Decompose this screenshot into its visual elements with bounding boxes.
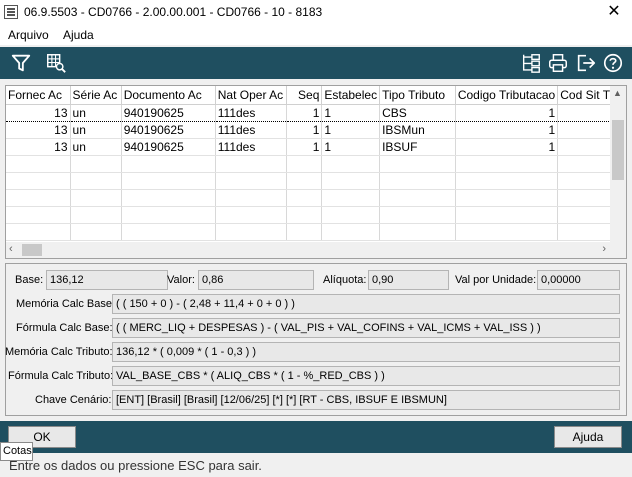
cell-fornec[interactable]: 13 — [6, 138, 71, 156]
print-icon[interactable] — [546, 51, 570, 75]
cell-seq[interactable]: 1 — [286, 103, 323, 122]
val-unidade-label: Val por Unidade: — [455, 274, 537, 286]
table-row-empty — [6, 206, 626, 224]
table-row-empty — [6, 223, 626, 241]
menu-bar: Arquivo Ajuda — [0, 26, 632, 45]
table-row-empty — [6, 189, 626, 207]
cell-tipo-tributo[interactable]: CBS — [379, 103, 456, 122]
table-row[interactable]: 13 un 940190625 111des 1 1 IBSMun 1 — [6, 121, 626, 139]
memoria-base-field[interactable]: ( ( 150 + 0 ) - ( 2,48 + 11,4 + 0 + 0 ) … — [112, 294, 620, 314]
structure-icon[interactable] — [519, 51, 543, 75]
ajuda-button[interactable]: Ajuda — [554, 426, 622, 448]
memoria-base-label: Memória Calc Base: — [16, 298, 116, 310]
cell-documento[interactable]: 940190625 — [121, 103, 216, 122]
cell-fornec[interactable]: 13 — [6, 121, 71, 139]
vertical-scroll-thumb[interactable] — [612, 120, 624, 180]
footer-button-bar: OK Ajuda — [0, 421, 632, 453]
cell-documento[interactable]: 940190625 — [121, 138, 216, 156]
app-icon — [4, 5, 18, 19]
val-unidade-field[interactable]: 0,00000 — [537, 270, 620, 290]
column-header-documento[interactable]: Documento Ac — [121, 86, 216, 105]
cell-serie[interactable]: un — [70, 138, 122, 156]
cell-documento[interactable]: 940190625 — [121, 121, 216, 139]
close-icon[interactable]: ✕ — [604, 2, 624, 22]
formula-tributo-field[interactable]: VAL_BASE_CBS * ( ALIQ_CBS * ( 1 - %_RED_… — [112, 366, 620, 386]
cell-nat-oper[interactable]: 111des — [215, 138, 288, 156]
title-bar: 06.9.5503 - CD0766 - 2.00.00.001 - CD076… — [0, 0, 632, 26]
formula-base-field[interactable]: ( ( MERC_LIQ + DESPESAS ) - ( VAL_PIS + … — [112, 318, 620, 338]
filter-icon[interactable] — [9, 51, 33, 75]
aliquota-label: Alíquota: — [323, 274, 367, 286]
column-header-estabelec[interactable]: Estabelec — [321, 86, 381, 105]
grid-header: Fornec Ac Série Ac Documento Ac Nat Oper… — [6, 86, 626, 105]
chave-cenario-label: Chave Cenário: — [35, 394, 112, 406]
horizontal-scroll-thumb[interactable] — [22, 244, 42, 256]
horizontal-scrollbar[interactable]: ‹ › — [6, 242, 626, 258]
column-header-codigo-tributacao[interactable]: Codigo Tributacao — [455, 86, 559, 105]
cell-serie[interactable]: un — [70, 121, 122, 139]
cell-estabelec[interactable]: 1 — [321, 103, 381, 122]
column-header-seq[interactable]: Seq — [286, 86, 323, 105]
column-header-nat-oper[interactable]: Nat Oper Ac — [215, 86, 288, 105]
cell-tipo-tributo[interactable]: IBSUF — [379, 138, 456, 156]
grid-table: Fornec Ac Série Ac Documento Ac Nat Oper… — [6, 86, 626, 241]
table-row-empty — [6, 155, 626, 173]
column-header-tipo-tributo[interactable]: Tipo Tributo — [379, 86, 456, 105]
valor-field[interactable]: 0,86 — [198, 270, 314, 290]
window-title: 06.9.5503 - CD0766 - 2.00.00.001 - CD076… — [24, 5, 323, 19]
column-header-fornec[interactable]: Fornec Ac — [6, 86, 71, 105]
status-text: Entre os dados ou pressione ESC para sai… — [9, 458, 262, 473]
exit-icon[interactable] — [574, 51, 598, 75]
base-label: Base: — [15, 274, 44, 286]
formula-tributo-label: Fórmula Calc Tributo: — [8, 370, 114, 382]
table-row[interactable]: 13 un 940190625 111des 1 1 CBS 1 — [6, 103, 626, 122]
cell-fornec[interactable]: 13 — [6, 103, 71, 122]
tooltip-cotas: Cotas — [0, 442, 33, 461]
formula-base-label: Fórmula Calc Base: — [16, 322, 113, 334]
cell-estabelec[interactable]: 1 — [321, 138, 381, 156]
cell-seq[interactable]: 1 — [286, 138, 323, 156]
chave-cenario-field[interactable]: [ENT] [Brasil] [Brasil] [12/06/25] [*] [… — [112, 390, 620, 410]
cell-codigo-tributacao[interactable]: 1 — [455, 121, 559, 139]
valor-label: Valor: — [167, 274, 195, 286]
cell-tipo-tributo[interactable]: IBSMun — [379, 121, 456, 139]
vertical-scrollbar[interactable]: ▲ — [610, 86, 626, 242]
table-search-icon[interactable] — [44, 51, 68, 75]
status-bar: Entre os dados ou pressione ESC para sai… — [0, 455, 632, 477]
cell-nat-oper[interactable]: 111des — [215, 121, 288, 139]
memoria-tributo-field[interactable]: 136,12 * ( 0,009 * ( 1 - 0,3 ) ) — [112, 342, 620, 362]
aliquota-field[interactable]: 0,90 — [368, 270, 449, 290]
scroll-right-icon[interactable]: › — [602, 243, 606, 255]
cell-codigo-tributacao[interactable]: 1 — [455, 138, 559, 156]
tributos-grid[interactable]: Fornec Ac Série Ac Documento Ac Nat Oper… — [5, 85, 627, 259]
details-panel: Base: 136,12 Valor: 0,86 Alíquota: 0,90 … — [5, 263, 627, 416]
memoria-tributo-label: Memória Calc Tributo: — [5, 346, 113, 358]
cell-codigo-tributacao[interactable]: 1 — [455, 103, 559, 122]
table-row[interactable]: 13 un 940190625 111des 1 1 IBSUF 1 — [6, 138, 626, 156]
menu-ajuda[interactable]: Ajuda — [63, 28, 94, 42]
cell-nat-oper[interactable]: 111des — [215, 103, 288, 122]
help-icon[interactable] — [601, 51, 625, 75]
menu-arquivo[interactable]: Arquivo — [8, 28, 49, 42]
cell-estabelec[interactable]: 1 — [321, 121, 381, 139]
base-field[interactable]: 136,12 — [46, 270, 168, 290]
scroll-left-icon[interactable]: ‹ — [9, 243, 13, 255]
cell-seq[interactable]: 1 — [286, 121, 323, 139]
cell-serie[interactable]: un — [70, 103, 122, 122]
column-header-serie[interactable]: Série Ac — [70, 86, 122, 105]
toolbar — [0, 47, 632, 79]
scroll-up-icon[interactable]: ▲ — [613, 88, 622, 98]
table-row-empty — [6, 172, 626, 190]
